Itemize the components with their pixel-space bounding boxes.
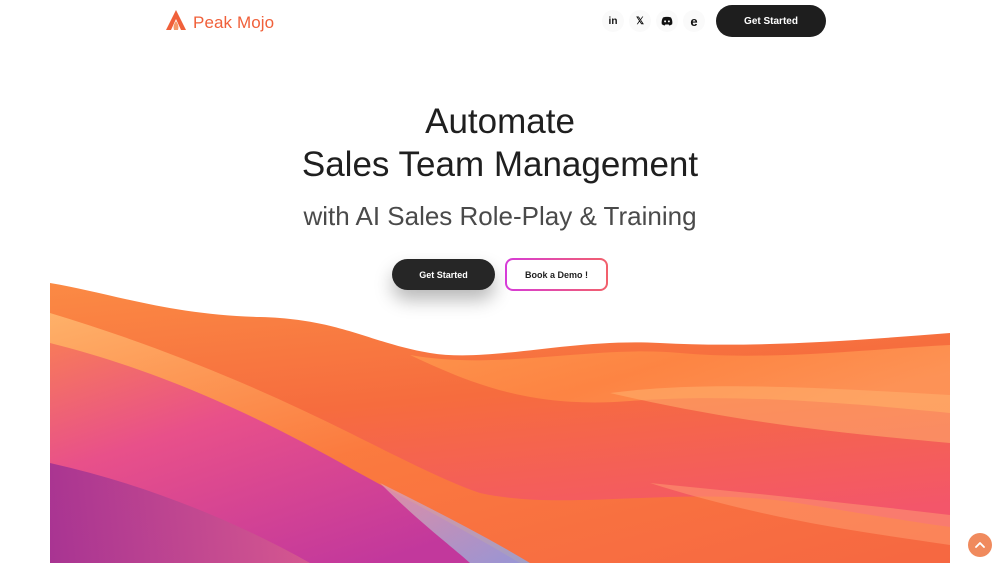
chevron-up-icon — [975, 536, 985, 554]
flame-peak-icon — [165, 9, 187, 36]
social-links: in 𝕏 e — [602, 10, 705, 32]
x-twitter-icon[interactable]: 𝕏 — [629, 10, 651, 32]
brand-logo[interactable]: Peak Mojo — [165, 9, 274, 36]
scroll-to-top-button[interactable] — [968, 533, 992, 557]
book-demo-label: Book a Demo ! — [507, 260, 606, 289]
top-nav: Peak Mojo in 𝕏 e Get Started — [0, 0, 1000, 42]
hero-subtitle: with AI Sales Role-Play & Training — [303, 201, 697, 231]
e-icon[interactable]: e — [683, 10, 705, 32]
book-demo-button[interactable]: Book a Demo ! — [505, 258, 608, 291]
nav-get-started-button[interactable]: Get Started — [716, 5, 826, 37]
hero-wave-illustration — [50, 283, 950, 563]
hero-title-line1: Automate — [425, 102, 575, 141]
hero-title: Automate Sales Team Management — [0, 100, 1000, 186]
hero-get-started-button[interactable]: Get Started — [392, 259, 495, 290]
hero-title-line2: Sales Team Management — [301, 145, 699, 184]
discord-icon[interactable] — [656, 10, 678, 32]
linkedin-icon[interactable]: in — [602, 10, 624, 32]
brand-name: Peak Mojo — [193, 12, 275, 32]
